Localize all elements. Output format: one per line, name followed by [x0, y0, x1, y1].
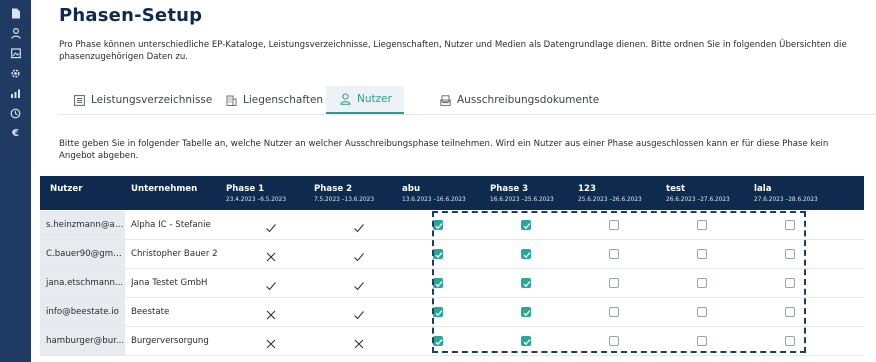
info-text: Bitte geben Sie in folgender Tabelle an,… — [59, 139, 829, 161]
building-icon — [224, 93, 238, 107]
user-cell: C.bauer90@gmx... — [40, 240, 125, 268]
company-cell: Alpha IC - Stefanie — [131, 220, 211, 230]
user-cell: jana.etschmann... — [40, 269, 125, 297]
page-title: Phasen-Setup — [59, 5, 203, 26]
tab-liegenschaften[interactable]: Liegenschaften — [224, 86, 323, 114]
list-icon — [72, 93, 86, 107]
tab-divider — [59, 114, 876, 115]
tab-label: Leistungsverzeichnisse — [91, 94, 213, 106]
tab-label: Ausschreibungsdokumente — [457, 94, 600, 106]
tab-label: Nutzer — [357, 93, 392, 105]
user-icon[interactable] — [10, 27, 21, 39]
sidebar: € — [0, 0, 31, 362]
tab-nutzer[interactable]: Nutzer — [326, 86, 404, 114]
cross-icon — [265, 306, 277, 320]
check-icon — [353, 306, 365, 320]
company-cell: Christopher Bauer 2 — [131, 249, 218, 259]
user-icon — [338, 92, 352, 106]
euro-icon[interactable]: € — [10, 128, 21, 139]
user-cell: s.heinzmann@al... — [40, 211, 125, 239]
check-icon — [265, 219, 277, 233]
cross-icon — [265, 248, 277, 262]
tab-leistungsverzeichnisse[interactable]: Leistungsverzeichnisse — [72, 86, 212, 114]
document-stack-icon — [438, 93, 452, 107]
clock-icon[interactable] — [10, 108, 21, 119]
table-header: Nutzer Unternehmen Phase 1 23.4.2023 –6.5… — [40, 176, 864, 210]
highlight-dashed-outline — [432, 211, 806, 353]
company-cell: Jana Testet GmbH — [131, 278, 208, 288]
tab-label: Liegenschaften — [243, 94, 324, 106]
gear-icon[interactable] — [10, 68, 21, 79]
chart-icon[interactable] — [10, 88, 21, 99]
check-icon — [353, 219, 365, 233]
user-cell: info@beestate.io — [40, 298, 125, 326]
image-icon[interactable] — [10, 48, 21, 59]
company-cell: Beestate — [131, 307, 170, 317]
document-icon[interactable] — [10, 8, 21, 19]
tab-ausschreibungsdokumente[interactable]: Ausschreibungsdokumente — [438, 86, 599, 114]
check-icon — [353, 248, 365, 262]
cross-icon — [353, 335, 365, 349]
check-icon — [265, 277, 277, 291]
user-cell: hamburger@bur... — [40, 327, 125, 355]
intro-text: Pro Phase können unterschiedliche EP-Kat… — [59, 40, 847, 62]
company-cell: Burgerversorgung — [131, 336, 209, 346]
check-icon — [353, 277, 365, 291]
cross-icon — [265, 335, 277, 349]
tab-bar: Leistungsverzeichnisse Liegenschaften Nu… — [59, 86, 876, 114]
